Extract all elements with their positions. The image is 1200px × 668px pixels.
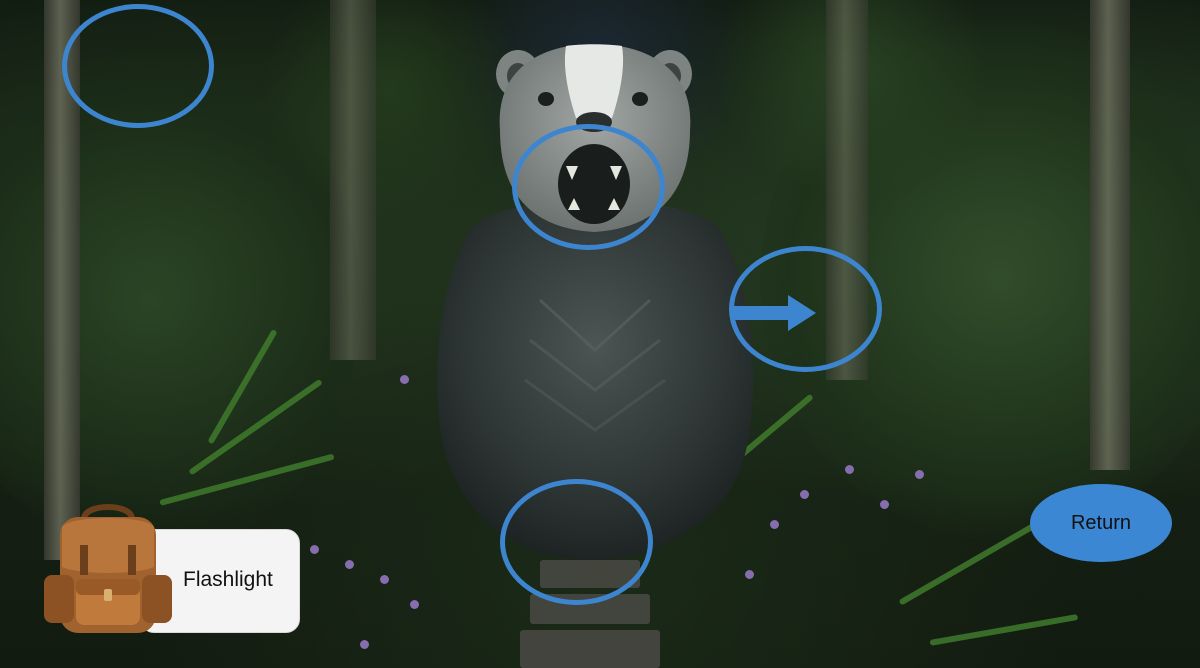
return-button[interactable]: Return [1030, 484, 1172, 562]
treetop-hotspot[interactable] [62, 4, 214, 128]
return-button-label: Return [1070, 511, 1132, 534]
ground-hotspot[interactable] [500, 479, 653, 605]
backpack-icon [44, 504, 172, 633]
inventory-item-label: Flashlight [183, 568, 273, 591]
arrow-right-icon[interactable] [732, 293, 818, 333]
inventory-slot[interactable]: Flashlight [40, 497, 300, 637]
game-scene: Return Flashlight [0, 0, 1200, 668]
statue-mouth-hotspot[interactable] [512, 124, 665, 250]
